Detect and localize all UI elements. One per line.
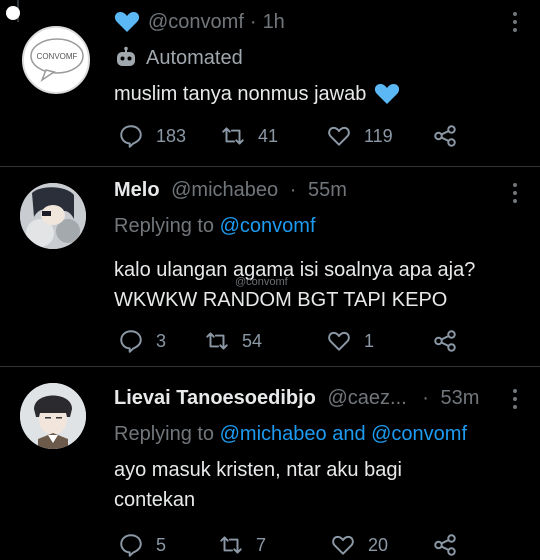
timestamp[interactable]: 53m	[440, 387, 479, 409]
tweet-header: Lievai Tanoesoedibjo @caez... · 53m	[114, 387, 479, 410]
tweet-actions: 5 7 20	[114, 530, 524, 560]
retweet-icon	[206, 332, 228, 350]
tweet-handle[interactable]: @caez...	[327, 387, 406, 409]
avatar[interactable]: CONVOMF	[22, 26, 90, 94]
tweet-convomf[interactable]: CONVOMF @convomf · 1h Automated muslim t…	[0, 0, 540, 175]
blue-heart-emoji-icon	[375, 84, 400, 104]
speech-bubble-logo-icon: CONVOMF	[30, 38, 84, 82]
avatar[interactable]	[20, 183, 86, 249]
heart-icon	[328, 126, 350, 146]
reply-button[interactable]: 183	[118, 121, 186, 151]
automated-badge: Automated	[114, 46, 243, 70]
replying-to: Replying to @michabeo and @convomf	[114, 423, 467, 446]
retweet-icon	[220, 536, 242, 554]
watermark: @convomf	[235, 276, 288, 288]
like-count: 20	[368, 534, 389, 555]
retweet-button[interactable]: 54	[204, 326, 262, 356]
tweet-actions: 183 41 119	[114, 121, 524, 151]
tweet-text-content: muslim tanya nonmus jawab	[114, 83, 367, 105]
share-button[interactable]	[432, 530, 458, 560]
tweet-lievai[interactable]: Lievai Tanoesoedibjo @caez... · 53m Repl…	[0, 367, 540, 560]
tweet-header: @convomf · 1h	[114, 10, 285, 34]
reply-icon	[120, 330, 142, 353]
heart-icon	[332, 535, 354, 555]
reply-button[interactable]: 5	[118, 530, 166, 560]
share-icon	[434, 534, 456, 556]
tweet-actions: 3 54 1	[114, 326, 524, 356]
share-icon	[434, 330, 456, 352]
retweet-count: 7	[256, 534, 267, 555]
tweet-text-line-2: contekan	[114, 489, 196, 511]
tweet-text: kalo ulangan agama isi soalnya apa aja? …	[114, 255, 475, 315]
timestamp[interactable]: 55m	[308, 179, 347, 201]
character-avatar-icon	[20, 383, 86, 449]
replying-prefix: Replying to	[114, 423, 215, 445]
reply-icon	[120, 125, 142, 148]
reply-count: 183	[156, 125, 187, 146]
heart-icon	[328, 331, 350, 351]
share-button[interactable]	[432, 121, 458, 151]
svg-text:CONVOMF: CONVOMF	[37, 52, 78, 61]
tweet-handle[interactable]: @michabeo	[171, 179, 278, 201]
replying-prefix: Replying to	[114, 215, 215, 237]
like-button[interactable]: 20	[330, 530, 388, 560]
reply-icon	[120, 534, 142, 557]
blue-heart-icon	[114, 12, 140, 32]
like-button[interactable]: 119	[326, 121, 393, 151]
separator-dot: ·	[422, 387, 429, 409]
separator-dot: ·	[249, 10, 257, 33]
tweet-text: ayo masuk kristen, ntar aku bagi conteka…	[114, 455, 402, 515]
share-button[interactable]	[432, 326, 458, 356]
retweet-button[interactable]: 7	[218, 530, 266, 560]
retweet-button[interactable]: 41	[220, 121, 278, 151]
more-options-icon[interactable]	[512, 389, 518, 413]
retweet-icon	[222, 127, 244, 145]
retweet-count: 54	[242, 330, 263, 351]
tweet-text-line-1: kalo ulangan agama isi soalnya apa aja?	[114, 259, 476, 281]
like-button[interactable]: 1	[326, 326, 374, 356]
avatar[interactable]	[20, 383, 86, 449]
more-options-icon[interactable]	[512, 183, 518, 207]
display-name[interactable]: Melo	[114, 179, 160, 201]
separator-dot: ·	[289, 179, 297, 201]
replying-to-link[interactable]: @convomf	[220, 215, 316, 237]
tweet-text-line-2: WKWKW RANDOM BGT TAPI KEPO	[114, 289, 448, 311]
tweet-text: muslim tanya nonmus jawab	[114, 79, 400, 109]
tweet-text-line-1: ayo masuk kristen, ntar aku bagi	[114, 459, 402, 481]
like-count: 119	[364, 125, 393, 146]
replying-to: Replying to @convomf	[114, 215, 316, 238]
automated-label: Automated	[146, 46, 243, 69]
retweet-count: 41	[258, 125, 279, 146]
reply-button[interactable]: 3	[118, 326, 166, 356]
share-icon	[434, 125, 456, 147]
timestamp[interactable]: 1h	[263, 11, 285, 34]
reply-count: 3	[156, 330, 167, 351]
replying-to-link[interactable]: @michabeo and @convomf	[220, 423, 467, 445]
character-avatar-icon	[20, 183, 86, 249]
robot-icon	[117, 46, 135, 66]
display-name[interactable]: Lievai Tanoesoedibjo	[114, 387, 316, 409]
more-options-icon[interactable]	[512, 12, 518, 36]
like-count: 1	[364, 330, 375, 351]
tweet-handle[interactable]: @convomf	[148, 11, 244, 34]
tweet-header: Melo @michabeo · 55m	[114, 179, 347, 202]
reply-count: 5	[156, 534, 167, 555]
tweet-melo[interactable]: Melo @michabeo · 55m Replying to @convom…	[0, 167, 540, 367]
